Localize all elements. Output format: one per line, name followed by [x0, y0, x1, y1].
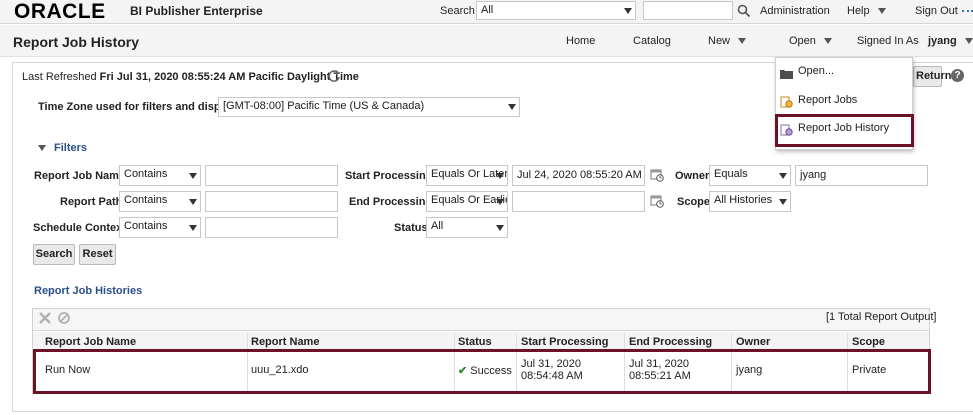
- catalog-link[interactable]: Catalog: [633, 35, 671, 47]
- scope-select[interactable]: All Histories: [709, 191, 791, 212]
- search-scope-select[interactable]: All: [476, 1, 636, 20]
- schedule-context-operator[interactable]: Contains: [119, 217, 201, 238]
- new-label: New: [708, 35, 731, 47]
- end-processing-label: End Processing: [349, 196, 433, 208]
- report-path-input[interactable]: [205, 191, 338, 212]
- chevron-down-icon: [496, 173, 504, 179]
- chevron-down-icon: [189, 199, 197, 205]
- search-input[interactable]: [643, 1, 733, 20]
- oracle-logo: ORACLE: [14, 0, 106, 23]
- report-job-name-label: Report Job Name: [34, 170, 126, 182]
- new-menu[interactable]: New: [708, 35, 747, 47]
- cancel-icon[interactable]: [57, 311, 71, 325]
- collapse-icon[interactable]: [38, 145, 46, 151]
- help-menu[interactable]: Help: [847, 5, 886, 17]
- start-processing-label: Start Processing: [345, 170, 433, 182]
- calendar-icon[interactable]: [650, 194, 664, 208]
- owner-label: Owner: [675, 170, 710, 182]
- reset-button[interactable]: Reset: [79, 244, 116, 265]
- status-label: Status: [394, 222, 428, 234]
- menu-item-label: Open...: [798, 65, 835, 77]
- help-label: Help: [847, 5, 870, 17]
- chevron-down-icon: [496, 225, 504, 231]
- chevron-down-icon: [189, 173, 197, 179]
- column-header-status[interactable]: Status: [458, 336, 492, 348]
- start-processing-input[interactable]: Jul 24, 2020 08:55:20 AM: [512, 165, 645, 186]
- owner-operator[interactable]: Equals: [709, 165, 791, 186]
- signed-in-as-label: Signed In As: [857, 35, 919, 47]
- end-processing-input[interactable]: [512, 191, 645, 212]
- status-value: All: [431, 220, 444, 232]
- chevron-down-icon: [738, 38, 747, 45]
- timezone-select[interactable]: [GMT-08:00] Pacific Time (US & Canada): [218, 97, 520, 117]
- menu-item-label: Report Jobs: [798, 94, 858, 106]
- chevron-down-icon: [624, 8, 632, 14]
- open-menu[interactable]: Open: [789, 35, 832, 47]
- username: jyang: [928, 35, 957, 47]
- home-link[interactable]: Home: [566, 35, 595, 47]
- status-select[interactable]: All: [426, 217, 508, 238]
- column-header-report-job-name[interactable]: Report Job Name: [45, 336, 136, 348]
- search-scope-value: All: [481, 4, 494, 16]
- scope-value: All Histories: [714, 194, 773, 206]
- more-icon[interactable]: [962, 10, 973, 12]
- search-icon[interactable]: [737, 4, 751, 18]
- owner-op-value: Equals: [714, 168, 748, 180]
- report-path-operator[interactable]: Contains: [119, 191, 201, 212]
- chevron-down-icon: [508, 104, 516, 110]
- sign-out-link[interactable]: Sign Out: [915, 5, 958, 17]
- delete-icon[interactable]: [38, 311, 52, 325]
- folder-icon: [780, 65, 793, 79]
- chevron-down-icon: [823, 38, 832, 45]
- user-menu[interactable]: jyang: [928, 35, 973, 47]
- column-header-report-name[interactable]: Report Name: [251, 336, 319, 348]
- administration-link[interactable]: Administration: [760, 5, 830, 17]
- table-toolbar: [33, 309, 929, 331]
- chevron-down-icon: [496, 199, 504, 205]
- report-job-name-operator[interactable]: Contains: [119, 165, 201, 186]
- return-button[interactable]: Return: [913, 66, 951, 87]
- report-job-histories-header: Report Job Histories: [34, 285, 143, 297]
- chevron-down-icon: [779, 173, 787, 179]
- schedule-context-label: Schedule Context: [33, 222, 126, 234]
- help-icon[interactable]: ?: [951, 69, 964, 82]
- product-name: BI Publisher Enterprise: [130, 4, 263, 18]
- last-refreshed-value: Fri Jul 31, 2020 08:55:24 AM Pacific Day…: [99, 71, 359, 83]
- scope-label: Scope: [677, 196, 711, 208]
- column-header-end-processing[interactable]: End Processing: [629, 336, 712, 348]
- report-path-op-value: Contains: [124, 194, 168, 206]
- owner-input[interactable]: jyang: [795, 165, 928, 186]
- open-label: Open: [789, 35, 816, 47]
- chevron-down-icon: [779, 199, 787, 205]
- page-title: Report Job History: [13, 34, 140, 50]
- menu-highlight-annotation: [775, 114, 914, 147]
- refresh-icon[interactable]: [327, 69, 341, 83]
- menu-item-report-jobs[interactable]: Report Jobs: [776, 89, 912, 111]
- start-processing-operator[interactable]: Equals Or Later: [426, 165, 508, 186]
- column-header-start-processing[interactable]: Start Processing: [521, 336, 608, 348]
- menu-item-open[interactable]: Open...: [776, 60, 912, 82]
- report-job-name-op-value: Contains: [124, 168, 168, 180]
- filters-header[interactable]: Filters: [54, 142, 87, 154]
- column-header-owner[interactable]: Owner: [736, 336, 770, 348]
- report-path-label: Report Path: [60, 196, 123, 208]
- schedule-context-op-value: Contains: [124, 220, 168, 232]
- search-label: Search: [440, 5, 475, 17]
- report-job-name-input[interactable]: [205, 165, 338, 186]
- total-report-output: [1 Total Report Output]: [826, 311, 937, 323]
- search-button[interactable]: Search: [33, 244, 75, 265]
- end-processing-operator[interactable]: Equals Or Earlier: [426, 191, 508, 212]
- chevron-down-icon: [964, 38, 973, 45]
- last-refreshed: Last Refreshed Fri Jul 31, 2020 08:55:24…: [22, 71, 359, 83]
- column-header-scope[interactable]: Scope: [852, 336, 885, 348]
- last-refreshed-label: Last Refreshed: [22, 71, 97, 83]
- calendar-icon[interactable]: [650, 168, 664, 182]
- chevron-down-icon: [189, 225, 197, 231]
- chevron-down-icon: [877, 8, 886, 15]
- report-jobs-icon: [780, 94, 793, 108]
- schedule-context-input[interactable]: [205, 217, 338, 238]
- row-highlight-annotation: [33, 349, 931, 394]
- timezone-value: [GMT-08:00] Pacific Time (US & Canada): [223, 100, 425, 112]
- timezone-label: Time Zone used for filters and display: [38, 101, 236, 113]
